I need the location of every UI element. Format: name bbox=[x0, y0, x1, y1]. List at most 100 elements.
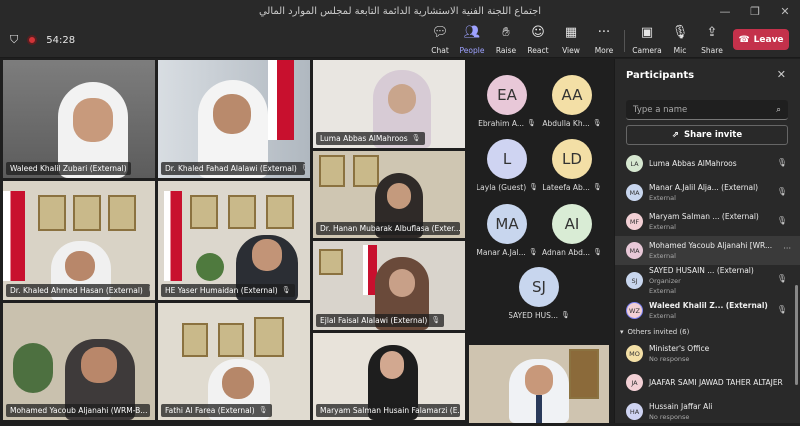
portrait-frame bbox=[73, 195, 101, 231]
mic-off-icon: 🎙︎ bbox=[529, 183, 537, 191]
search-input[interactable]: Type a name ⌕ bbox=[626, 100, 788, 120]
avatar: JA bbox=[626, 374, 643, 391]
portrait-frame bbox=[353, 155, 379, 187]
share-button[interactable]: ⇪ Share bbox=[694, 25, 730, 55]
participant-face bbox=[81, 347, 117, 383]
video-tile[interactable]: Ejlal Faisal Alalawi (External) 🎙︎ bbox=[313, 241, 465, 330]
react-button[interactable]: ☺ React bbox=[520, 25, 556, 55]
invited-row[interactable]: MO Minister's Office No response bbox=[615, 339, 800, 368]
shelf-image bbox=[569, 349, 599, 399]
participant-face bbox=[380, 351, 404, 379]
tile-name-label: Luma Abbas AlMahroos 🎙︎ bbox=[316, 132, 425, 145]
share-screen-icon: ⇪ bbox=[706, 25, 718, 40]
portrait-frame bbox=[38, 195, 66, 231]
camera-button[interactable]: ▣ Camera bbox=[629, 25, 665, 55]
video-tile[interactable]: HE Yaser Humaidan (External) 🎙︎ bbox=[158, 181, 310, 300]
mic-off-icon: 🎙︎ bbox=[431, 316, 441, 324]
phone-hangup-icon: ☎︎ bbox=[738, 34, 750, 45]
avatar-gallery: EA Ebrahim A... 🎙︎ AA Abdulla Kh... 🎙︎ L L… bbox=[467, 59, 613, 423]
mic-off-icon: 🎙︎ bbox=[528, 248, 537, 256]
video-tile[interactable]: Dr. Khaled Fahad Alalawi (External)🎙︎ bbox=[158, 60, 310, 178]
mic-off-icon: 🎙︎ bbox=[776, 187, 787, 196]
mic-off-icon: 🎙︎ bbox=[776, 274, 787, 283]
participant-row[interactable]: SJ SAYED HUSAIN ... (External) Organizer E… bbox=[615, 265, 800, 296]
participant-face bbox=[252, 239, 282, 271]
participant-row[interactable]: MF Maryam Salman ... (External) External … bbox=[615, 207, 800, 236]
avatar-tile[interactable]: L Layla (Guest) 🎙︎ bbox=[477, 139, 537, 192]
tile-name-label: HE Yaser Humaidan (External) 🎙︎ bbox=[161, 284, 295, 297]
tile-name-label: Dr. Hanan Mubarak Albuflasa (Exter... bbox=[316, 222, 460, 235]
minimize-icon[interactable]: — bbox=[710, 0, 740, 22]
more-icon: ··· bbox=[597, 25, 611, 40]
portrait-frame bbox=[218, 323, 244, 357]
people-button[interactable]: 👥︎ People bbox=[454, 25, 490, 55]
invited-row[interactable]: JA JAAFAR SAMI JAWAD TAHER ALTAJER bbox=[615, 368, 800, 397]
avatar: L bbox=[487, 139, 527, 179]
mic-on-icon: 🎙︎ bbox=[776, 305, 787, 314]
tile-name-label: Ejlal Faisal Alalawi (External) 🎙︎ bbox=[316, 314, 445, 327]
avatar: WZ bbox=[626, 302, 643, 319]
panel-title: Participants bbox=[626, 70, 695, 81]
portrait-frame bbox=[182, 323, 208, 357]
meeting-toolbar: ⛉ 54:28 💬︎ Chat 👥︎ People ✋︎ Raise ☺ Rea… bbox=[0, 22, 800, 58]
participants-panel: Participants ✕ Type a name ⌕ ⇗ Share inv… bbox=[614, 59, 800, 423]
avatar-tile[interactable]: AI Adnan Abd... 🎙︎ bbox=[542, 204, 602, 257]
video-tile[interactable]: Fathi Al Farea (External) 🎙︎ bbox=[158, 303, 310, 420]
scrollbar[interactable] bbox=[795, 285, 798, 385]
chat-button[interactable]: 💬︎ Chat bbox=[422, 25, 458, 55]
avatar-tile[interactable]: EA Ebrahim A... 🎙︎ bbox=[477, 75, 537, 128]
chevron-down-icon: ▾ bbox=[620, 328, 624, 336]
video-tile[interactable] bbox=[469, 345, 609, 423]
tile-name-label: Mohamed Yacoub Aljanahi (WRM-B...🎙︎ bbox=[6, 404, 150, 417]
mic-off-icon: 🎙︎ bbox=[147, 284, 150, 297]
close-window-icon[interactable]: ✕ bbox=[770, 0, 800, 22]
video-tile[interactable]: Dr. Hanan Mubarak Albuflasa (Exter... bbox=[313, 151, 465, 238]
video-tile[interactable]: Luma Abbas AlMahroos 🎙︎ bbox=[313, 60, 465, 148]
mic-off-icon: 🎙︎ bbox=[258, 406, 268, 414]
participant-face bbox=[525, 365, 553, 395]
video-tile[interactable]: Maryam Salman Husain Falamarzi (E...🎙︎ bbox=[313, 333, 465, 420]
raise-hand-button[interactable]: ✋︎ Raise bbox=[488, 25, 524, 55]
participant-face bbox=[389, 269, 415, 297]
avatar: AI bbox=[552, 204, 592, 244]
share-invite-button[interactable]: ⇗ Share invite bbox=[626, 125, 788, 145]
plant-image bbox=[13, 343, 53, 393]
participant-face bbox=[388, 84, 416, 114]
avatar-tile[interactable]: MA Manar A.Jal... 🎙︎ bbox=[477, 204, 537, 257]
video-tile[interactable]: Mohamed Yacoub Aljanahi (WRM-B...🎙︎ bbox=[3, 303, 155, 420]
video-tile[interactable]: Waleed Khalil Zubari (External) bbox=[3, 60, 155, 178]
meeting-timer: 54:28 bbox=[46, 34, 76, 46]
shield-icon: ⛉ bbox=[10, 33, 19, 46]
participant-row[interactable]: WZ Waleed Khalil Z... (External) External… bbox=[615, 296, 800, 325]
invited-row[interactable]: HA Hussain Jaffar Ali No response bbox=[615, 397, 800, 426]
avatar: MO bbox=[626, 345, 643, 362]
mic-off-icon: 🎙︎ bbox=[592, 183, 602, 191]
others-invited-header[interactable]: ▾ Others invited (6) bbox=[615, 325, 800, 339]
participant-face bbox=[73, 98, 113, 142]
leave-button[interactable]: ☎︎ Leave bbox=[733, 29, 789, 50]
participant-face bbox=[222, 367, 254, 399]
grid-icon: ▦ bbox=[564, 25, 578, 40]
portrait-frame bbox=[190, 195, 218, 229]
participant-row[interactable]: MA Manar A.Jalil Alja... (External) Exter… bbox=[615, 178, 800, 207]
tie-image bbox=[536, 395, 542, 423]
camera-off-icon: ▣ bbox=[640, 25, 654, 40]
close-icon[interactable]: ✕ bbox=[777, 68, 786, 81]
mic-off-icon: 🎙︎ bbox=[776, 158, 787, 167]
participant-row[interactable]: LA Luma Abbas AlMahroos 🎙︎ bbox=[615, 149, 800, 178]
more-button[interactable]: ··· More bbox=[586, 25, 622, 55]
toolbar-divider bbox=[624, 30, 625, 52]
mic-button[interactable]: 🎙︎ Mic bbox=[662, 25, 698, 55]
flag-image bbox=[268, 60, 294, 140]
participant-row[interactable]: MA Mohamed Yacoub Aljanahi [WR... Externa… bbox=[615, 236, 800, 265]
video-tile[interactable]: Dr. Khaled Ahmed Hasan (External)🎙︎ bbox=[3, 181, 155, 300]
portrait-frame bbox=[254, 317, 284, 357]
avatar: MA bbox=[487, 204, 527, 244]
avatar-tile[interactable]: AA Abdulla Kh... 🎙︎ bbox=[542, 75, 602, 128]
avatar-tile[interactable]: SJ SAYED HUS... 🎙︎ bbox=[509, 267, 569, 320]
view-button[interactable]: ▦ View bbox=[553, 25, 589, 55]
restore-icon[interactable]: ❐ bbox=[740, 0, 770, 22]
more-options-icon[interactable]: ··· bbox=[783, 244, 791, 253]
avatar: SJ bbox=[626, 272, 643, 289]
avatar-tile[interactable]: LD Lateefa Ab... 🎙︎ bbox=[542, 139, 602, 192]
